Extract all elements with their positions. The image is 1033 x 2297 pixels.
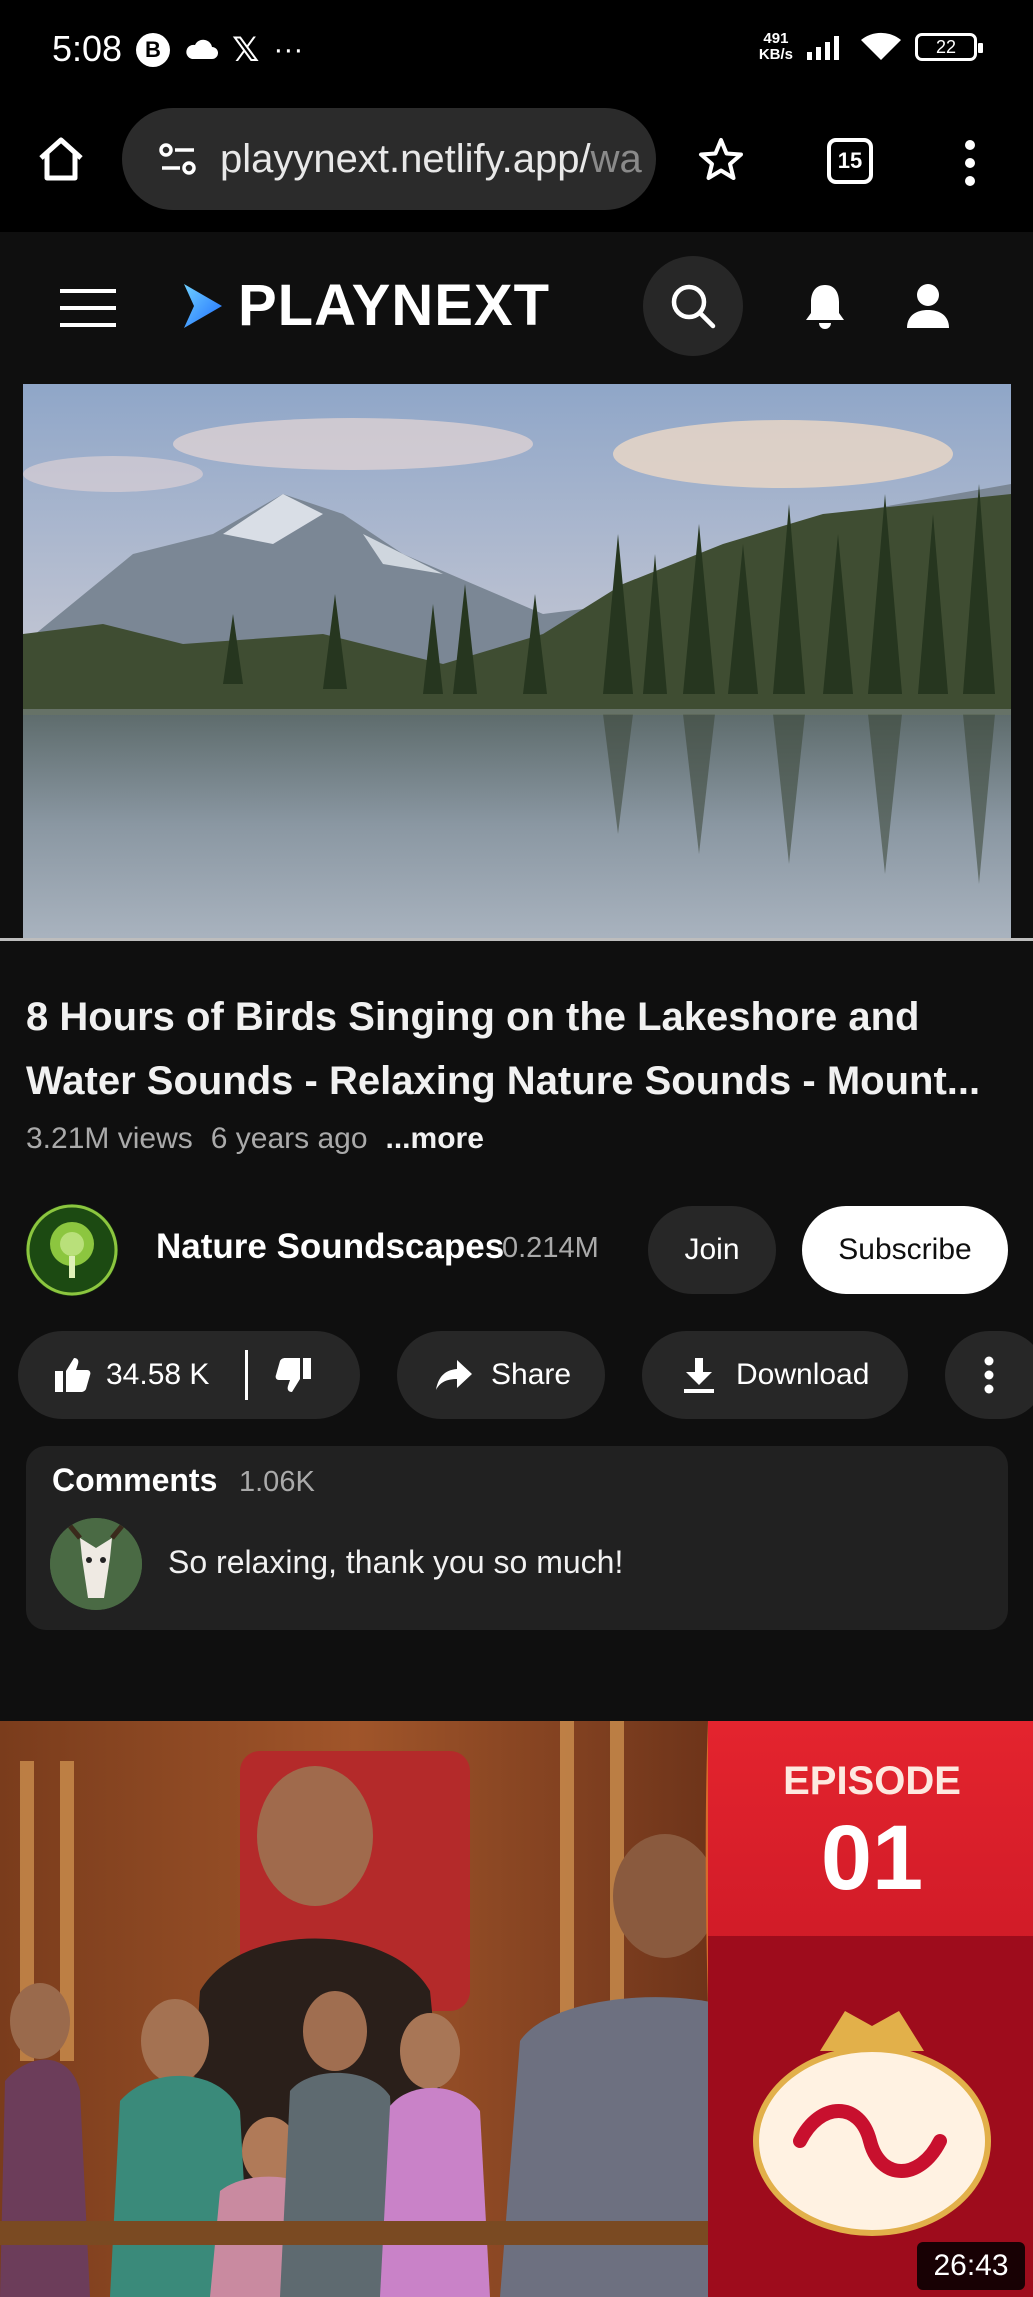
- comments-count: 1.06K: [239, 1466, 315, 1498]
- download-icon: [684, 1358, 714, 1393]
- search-button[interactable]: [643, 256, 743, 356]
- b-app-icon: B: [136, 33, 170, 67]
- top-comment-text: So relaxing, thank you so much!: [168, 1544, 624, 1580]
- video-meta: 3.21M views 6 years ago ...more: [26, 1122, 484, 1156]
- bell-icon[interactable]: [803, 282, 847, 330]
- video-player[interactable]: [23, 384, 1011, 940]
- more-description-link[interactable]: ...more: [386, 1122, 484, 1156]
- site-settings-icon[interactable]: [158, 141, 198, 177]
- upload-age: 6 years ago: [210, 1122, 368, 1155]
- tree-logo-icon: [26, 1204, 118, 1296]
- app-header: PLAYNEXT: [0, 232, 1033, 384]
- episode-label: EPISODE: [783, 1759, 961, 1803]
- system-icons: 491 KB/s 22: [758, 30, 983, 64]
- logo-text: PLAYNEXT: [238, 273, 551, 338]
- search-icon: [671, 284, 716, 329]
- video-progress-bar[interactable]: [0, 938, 1033, 941]
- tabs-button[interactable]: 15: [827, 138, 873, 184]
- battery-indicator: 22: [915, 33, 983, 61]
- status-time: 5:08: [52, 28, 123, 69]
- episode-thumbnail-image: EPISODE 01: [0, 1721, 1033, 2297]
- notification-icons: B 𝕏 ···: [136, 30, 303, 70]
- video-title: 8 Hours of Birds Singing on the Lakeshor…: [26, 995, 981, 1103]
- share-icon: [436, 1360, 472, 1390]
- share-button[interactable]: Share: [397, 1331, 605, 1419]
- star-icon[interactable]: [697, 136, 745, 184]
- video-frame-lake: [23, 384, 1011, 940]
- comments-title: Comments: [52, 1462, 218, 1498]
- next-video-thumbnail[interactable]: EPISODE 01: [0, 1721, 1033, 2297]
- thumbs-up-icon[interactable]: [54, 1356, 92, 1394]
- more-notifications-icon: ···: [273, 33, 304, 66]
- cloud-icon: [186, 39, 218, 59]
- app-logo[interactable]: PLAYNEXT: [180, 272, 550, 339]
- browser-toolbar: playynext.netlify.app/wa 15: [0, 100, 1033, 232]
- commenter-avatar: [50, 1518, 142, 1610]
- url-text: playynext.netlify.app/wa: [220, 136, 642, 181]
- duration-badge: 26:43: [917, 2242, 1025, 2290]
- more-icon: [984, 1356, 994, 1394]
- account-icon[interactable]: [905, 282, 951, 330]
- download-button[interactable]: Download: [642, 1331, 908, 1419]
- episode-number: 01: [821, 1807, 923, 1909]
- play-logo-icon: [184, 283, 222, 328]
- wifi-icon: [861, 32, 901, 60]
- channel-avatar[interactable]: [26, 1204, 118, 1296]
- network-speed: 491 KB/s: [758, 30, 793, 63]
- address-bar[interactable]: playynext.netlify.app/wa: [122, 108, 656, 210]
- signal-icon: [807, 36, 839, 60]
- subscribe-button[interactable]: Subscribe: [802, 1206, 1008, 1294]
- channel-name[interactable]: Nature Soundscapes: [156, 1227, 504, 1267]
- subscriber-count: 0.214M: [502, 1232, 599, 1264]
- like-dislike-group: 34.58 K: [18, 1331, 360, 1419]
- comments-panel[interactable]: Comments 1.06K So relaxing, thank you so…: [26, 1446, 1008, 1630]
- hamburger-icon[interactable]: [60, 288, 116, 328]
- status-bar: 5:08 B 𝕏 ··· 491 KB/s 22: [0, 0, 1033, 100]
- like-count: 34.58 K: [106, 1358, 210, 1391]
- share-label: Share: [491, 1358, 572, 1391]
- view-count: 3.21M views: [26, 1122, 193, 1155]
- join-button[interactable]: Join: [648, 1206, 776, 1294]
- home-icon[interactable]: [36, 134, 86, 184]
- thumbs-down-icon[interactable]: [274, 1356, 312, 1394]
- like-divider: [245, 1350, 249, 1400]
- download-label: Download: [736, 1358, 870, 1391]
- kebab-icon[interactable]: [960, 138, 980, 188]
- goat-avatar-icon: [50, 1518, 142, 1610]
- x-app-icon: 𝕏: [232, 31, 260, 69]
- more-actions-button[interactable]: [945, 1331, 1033, 1419]
